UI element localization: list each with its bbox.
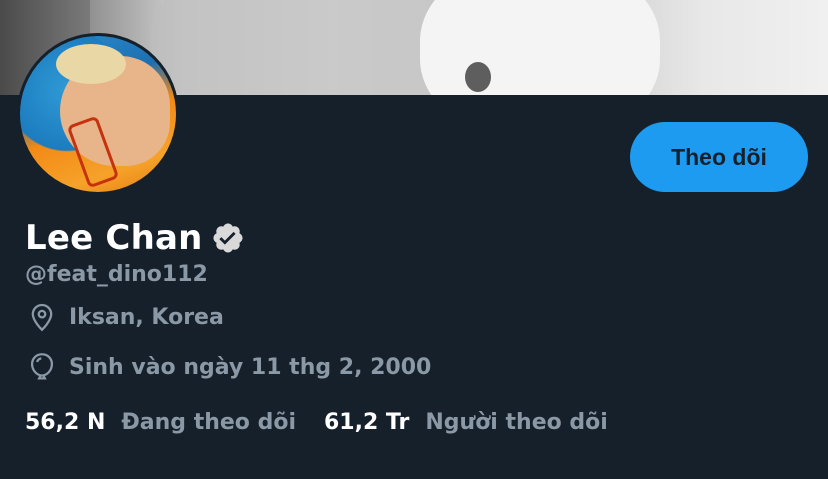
user-handle: @feat_dino112 <box>25 262 208 287</box>
avatar-figure <box>56 44 126 84</box>
follow-stats: 56,2 N Đang theo dõi 61,2 Tr Người theo … <box>25 410 636 435</box>
followers-link[interactable]: 61,2 Tr Người theo dõi <box>324 410 608 435</box>
banner-shape <box>420 0 660 95</box>
display-name: Lee Chan <box>25 218 203 258</box>
location-text: Iksan, Korea <box>69 304 224 330</box>
following-count: 56,2 N <box>25 410 106 435</box>
birthday-row: Sinh vào ngày 11 thg 2, 2000 <box>25 350 431 384</box>
following-label: Đang theo dõi <box>121 410 296 435</box>
avatar[interactable] <box>17 33 179 195</box>
banner-shape <box>465 62 491 92</box>
location-row: Iksan, Korea <box>25 300 224 334</box>
followers-count: 61,2 Tr <box>323 410 410 435</box>
name-row: Lee Chan <box>25 215 245 261</box>
followers-label: Người theo dõi <box>425 410 608 435</box>
birthday-text: Sinh vào ngày 11 thg 2, 2000 <box>69 354 432 380</box>
verified-badge-icon[interactable] <box>211 221 245 255</box>
balloon-icon <box>25 350 59 384</box>
map-pin-icon <box>25 300 59 334</box>
follow-button[interactable]: Theo dõi <box>630 122 808 192</box>
following-link[interactable]: 56,2 N Đang theo dõi <box>25 410 296 435</box>
